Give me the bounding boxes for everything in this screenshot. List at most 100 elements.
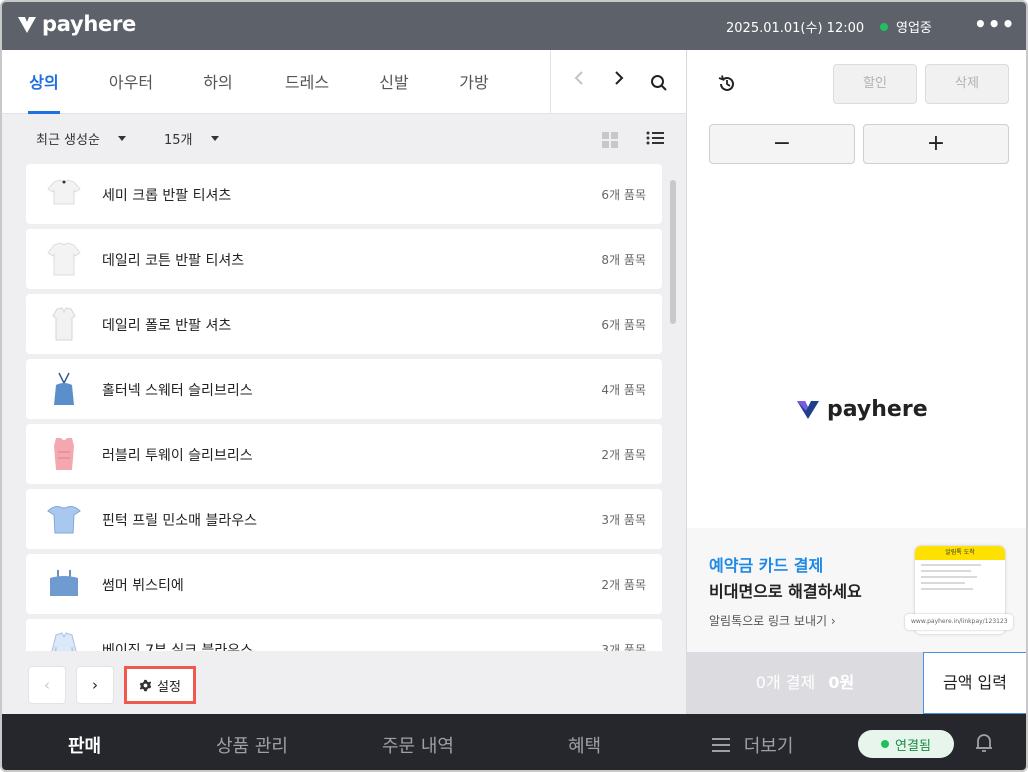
product-row[interactable]: 데일리 코튼 반팔 티셔츠 8개 품목: [26, 229, 662, 289]
pos-window: payhere 2025.01.01(수) 12:00 영업중 ••• 상의 아…: [0, 0, 1028, 772]
payhere-center-logo: payhere: [795, 396, 928, 422]
sort-dropdown[interactable]: 최근 생성순: [36, 129, 126, 148]
blue-blouse-icon: [47, 506, 81, 534]
phone-text-line: [921, 564, 981, 566]
product-variant-count: 6개 품목: [601, 318, 646, 332]
tab-bags[interactable]: 가방: [456, 50, 492, 114]
chevron-down-icon: [117, 136, 126, 141]
list-footer: ‹ › 설정: [2, 652, 686, 714]
decrease-quantity-button[interactable]: −: [709, 124, 855, 164]
product-row[interactable]: 홀터넥 스웨터 슬리브리스 4개 품목: [26, 359, 662, 419]
hamburger-icon: [712, 738, 730, 752]
tab-outer[interactable]: 아우터: [106, 50, 156, 114]
bell-icon[interactable]: [974, 732, 994, 754]
list-filters: 최근 생성순 15개: [2, 114, 686, 160]
product-list: 세미 크롭 반팔 티셔츠 6개 품목 데일리 코튼 반팔 티셔츠 8개 품목 데…: [26, 164, 666, 651]
phone-preview-url: www.payhere.in/linkpay/123123: [905, 614, 1013, 630]
nav-benefits[interactable]: 혜택: [568, 732, 601, 758]
checkout-button[interactable]: 0개 결제 0원: [687, 652, 923, 714]
phone-text-line: [921, 582, 965, 584]
nav-more-label: 더보기: [743, 736, 794, 757]
nav-more[interactable]: 더보기: [712, 732, 793, 758]
pink-sleeveless-icon: [54, 438, 74, 470]
more-menu-icon[interactable]: •••: [974, 12, 1015, 36]
nav-product-management[interactable]: 상품 관리: [216, 732, 288, 758]
product-name: 데일리 폴로 반팔 셔츠: [102, 318, 232, 334]
amount-input-button[interactable]: 금액 입력: [923, 652, 1026, 714]
prepayment-promo-banner[interactable]: 예약금 카드 결제 비대면으로 해결하세요 알림톡으로 링크 보내기 › 알림톡…: [687, 528, 1026, 652]
center-brand-name: payhere: [827, 396, 928, 422]
product-variant-count: 2개 품목: [601, 578, 646, 592]
brand-name: payhere: [42, 12, 136, 36]
white-polo-icon: [52, 307, 76, 341]
product-variant-count: 2개 품목: [601, 448, 646, 462]
cart-panel: 할인 삭제 − + payhere 예약금 카드 결제 비대면으로 해결하세요 …: [686, 50, 1026, 714]
tab-prev-icon[interactable]: [574, 70, 584, 86]
payhere-logo-icon: [18, 17, 36, 33]
tab-divider: [550, 50, 551, 114]
list-scrollbar[interactable]: [670, 180, 676, 324]
top-bar: payhere 2025.01.01(수) 12:00 영업중 •••: [2, 2, 1026, 50]
nav-sales[interactable]: 판매: [68, 732, 101, 758]
product-row[interactable]: 핀턱 프릴 민소매 블라우스 3개 품목: [26, 489, 662, 549]
search-icon[interactable]: [650, 74, 668, 92]
product-variant-count: 8개 품목: [601, 253, 646, 267]
discount-button[interactable]: 할인: [833, 64, 917, 104]
promo-link-label: 알림톡으로 링크 보내기: [709, 614, 828, 628]
settings-button[interactable]: 설정: [124, 666, 196, 704]
product-name: 썸머 뷔스티에: [102, 578, 184, 594]
next-page-button[interactable]: ›: [76, 666, 114, 704]
store-status-label: 영업중: [896, 21, 932, 36]
nav-order-history[interactable]: 주문 내역: [382, 732, 454, 758]
product-name: 베이직 7부 실크 블라우스: [102, 643, 254, 651]
store-status: 영업중: [880, 17, 932, 36]
denim-bustier-icon: [50, 570, 78, 596]
tab-shoes[interactable]: 신발: [376, 50, 412, 114]
phone-text-line: [921, 588, 973, 590]
sort-label: 최근 생성순: [36, 133, 100, 148]
connection-status-badge: 연결됨: [858, 730, 954, 758]
tab-bottoms[interactable]: 하의: [200, 50, 236, 114]
product-row[interactable]: 썸머 뷔스티에 2개 품목: [26, 554, 662, 614]
product-name: 홀터넥 스웨터 슬리브리스: [102, 383, 253, 399]
connection-status-label: 연결됨: [895, 738, 931, 754]
promo-subtitle: 비대면으로 해결하세요: [709, 582, 862, 601]
status-dot-icon: [881, 740, 890, 748]
blue-shirt-icon: [51, 632, 77, 651]
category-tabs: 상의 아우터 하의 드레스 신발 가방: [2, 50, 686, 114]
product-panel: 상의 아우터 하의 드레스 신발 가방 최근 생성순 15개 세미 크롭 반팔 …: [2, 50, 686, 714]
product-variant-count: 6개 품목: [601, 188, 646, 202]
product-variant-count: 3개 품목: [601, 513, 646, 527]
bottom-nav: 판매 상품 관리 주문 내역 혜택 더보기 연결됨: [2, 714, 1026, 770]
product-row[interactable]: 데일리 폴로 반팔 셔츠 6개 품목: [26, 294, 662, 354]
product-row[interactable]: 러블리 투웨이 슬리브리스 2개 품목: [26, 424, 662, 484]
tab-next-icon[interactable]: [614, 70, 624, 86]
payhere-logo-icon: [797, 401, 819, 419]
white-tshirt-icon: [47, 179, 81, 205]
blue-halter-icon: [54, 372, 74, 405]
status-dot-icon: [880, 22, 888, 31]
product-name: 러블리 투웨이 슬리브리스: [102, 448, 253, 464]
history-icon[interactable]: [717, 74, 737, 94]
tab-tops[interactable]: 상의: [28, 50, 60, 114]
promo-link[interactable]: 알림톡으로 링크 보내기 ›: [709, 612, 836, 629]
product-name: 세미 크롭 반팔 티셔츠: [102, 188, 232, 204]
chevron-right-icon: ›: [830, 614, 836, 628]
gear-icon: [139, 679, 152, 691]
checkout-total: 0원: [828, 673, 855, 692]
chevron-down-icon: [210, 136, 219, 141]
tab-dress[interactable]: 드레스: [282, 50, 332, 114]
product-row[interactable]: 베이직 7부 실크 블라우스 3개 품목: [26, 619, 662, 651]
current-datetime: 2025.01.01(수) 12:00: [726, 21, 865, 36]
grid-view-icon[interactable]: [602, 132, 618, 148]
product-variant-count: 4개 품목: [601, 383, 646, 397]
product-row[interactable]: 세미 크롭 반팔 티셔츠 6개 품목: [26, 164, 662, 224]
delete-button[interactable]: 삭제: [925, 64, 1009, 104]
page-size-dropdown[interactable]: 15개: [164, 129, 219, 148]
settings-label: 설정: [157, 679, 181, 695]
page-size-label: 15개: [164, 133, 193, 148]
increase-quantity-button[interactable]: +: [863, 124, 1009, 164]
promo-title: 예약금 카드 결제: [709, 556, 824, 575]
prev-page-button[interactable]: ‹: [28, 666, 66, 704]
list-view-icon[interactable]: [646, 130, 664, 146]
